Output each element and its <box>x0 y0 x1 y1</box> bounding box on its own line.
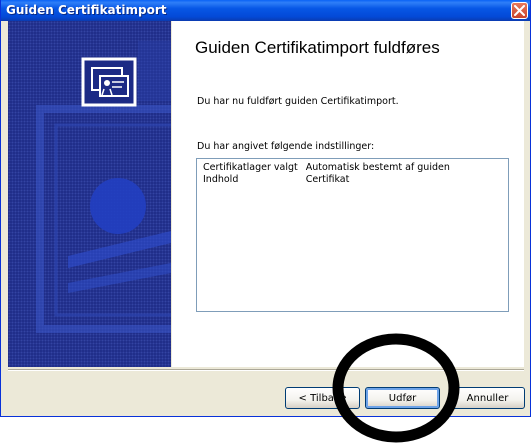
settings-list[interactable]: Certifikatlager valgt Automatisk bestemt… <box>196 158 509 312</box>
window-title: Guiden Certifikatimport <box>6 3 167 17</box>
finish-button[interactable]: Udfør <box>365 387 440 409</box>
settings-key: Indhold <box>203 174 239 185</box>
certificate-icon <box>81 57 137 107</box>
divider <box>8 369 524 371</box>
wizard-content: Guiden Certifikatimport fuldføres Du har… <box>172 21 524 367</box>
title-bar[interactable]: Guiden Certifikatimport <box>1 0 530 21</box>
page-title: Guiden Certifikatimport fuldføres <box>195 38 440 57</box>
back-button[interactable]: < Tilbage <box>285 387 360 409</box>
settings-value: Automatisk bestemt af guiden <box>305 162 450 173</box>
intro-text: Du har nu fuldført guiden Certifikatimpo… <box>197 96 399 107</box>
settings-table: Certifikatlager valgt Automatisk bestemt… <box>203 162 458 186</box>
banner-graphic <box>36 41 171 333</box>
settings-value: Certifikat <box>305 174 350 185</box>
wizard-side-banner <box>8 21 171 367</box>
settings-row: Indhold Certifikat <box>203 174 458 186</box>
close-icon <box>514 5 525 16</box>
wizard-window: Guiden Certifikatimport Guiden Certifika… <box>0 0 531 417</box>
settings-label: Du har angivet følgende indstillinger: <box>197 141 375 152</box>
settings-key: Certifikatlager valgt <box>203 162 298 173</box>
settings-row: Certifikatlager valgt Automatisk bestemt… <box>203 162 458 174</box>
close-button[interactable] <box>511 2 528 19</box>
cancel-button[interactable]: Annuller <box>450 387 525 409</box>
